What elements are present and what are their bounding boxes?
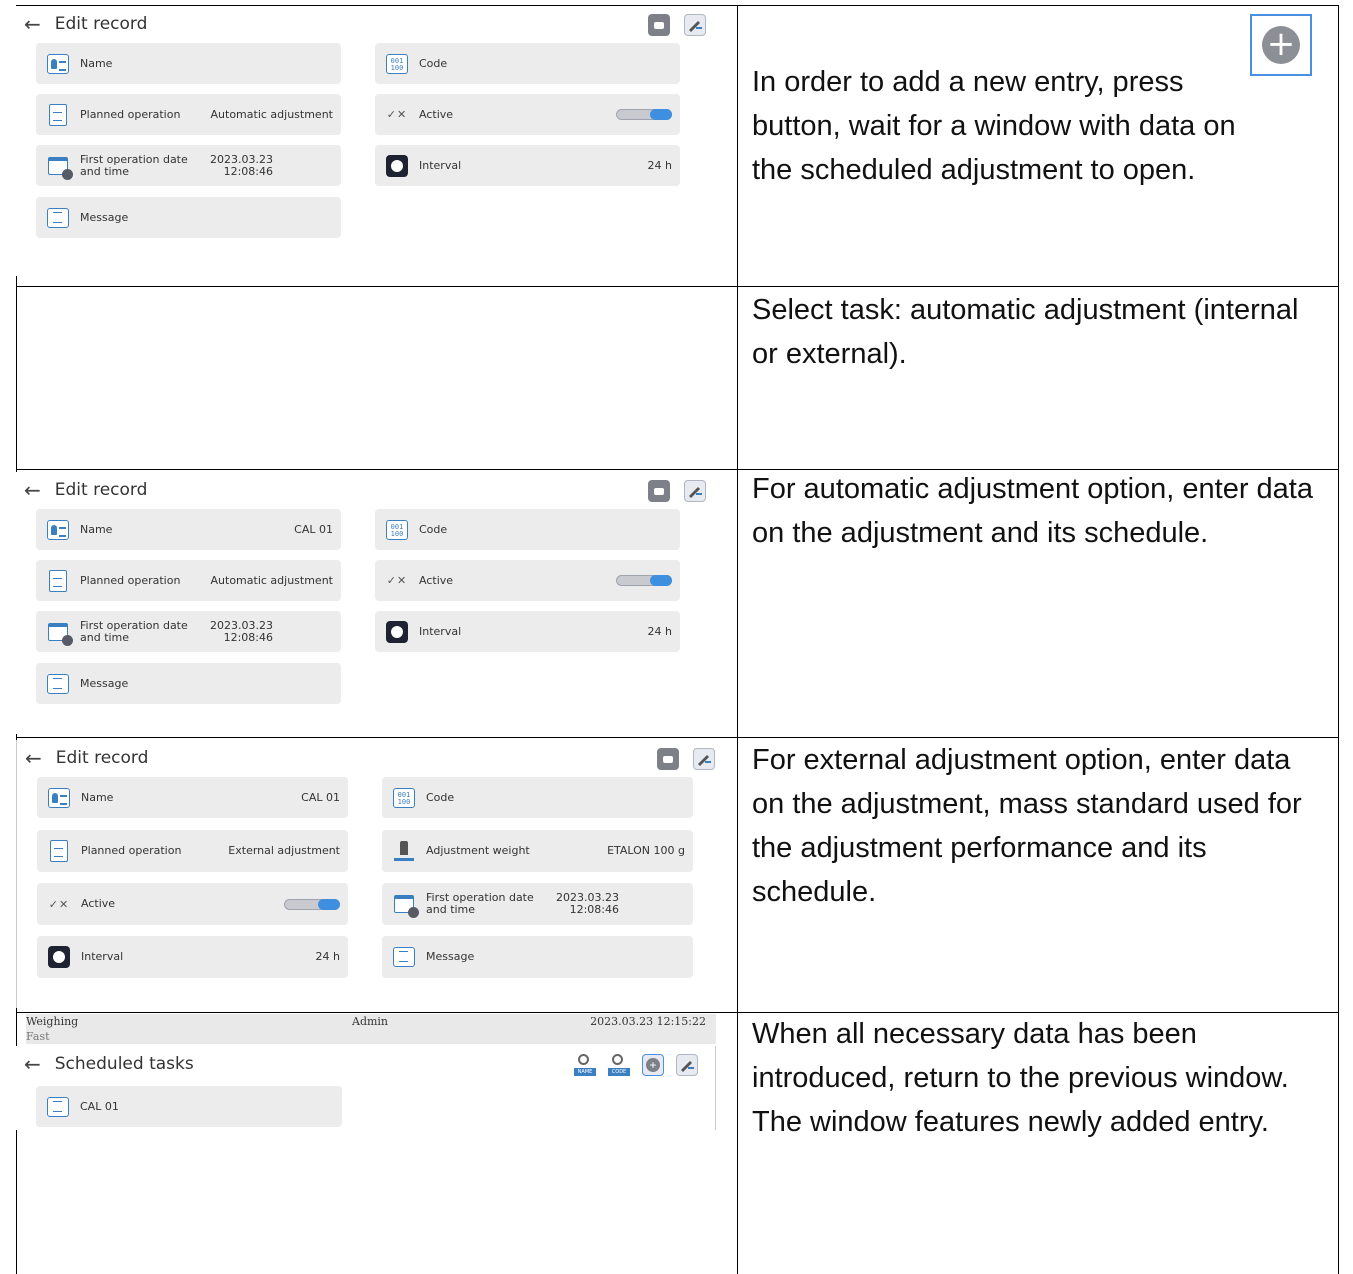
checkbox-icon: ✓✕ [386, 574, 408, 587]
status-datetime: 2023.03.23 12:15:22 [590, 1015, 706, 1028]
clock-icon [386, 154, 408, 177]
active-tile[interactable]: ✓✕ Active [375, 94, 680, 135]
table-row-divider-1 [16, 286, 1339, 287]
code-tile[interactable]: 001 100 Code [375, 509, 680, 550]
edit-exit-icon[interactable] [676, 1054, 698, 1076]
document-icon [49, 103, 67, 126]
edit-record-screen-2: ← Edit record Name CAL 01 001 100 Code Plan… [16, 472, 716, 734]
name-icon [48, 787, 70, 808]
name-tile[interactable]: Name [36, 43, 341, 84]
interval-tile[interactable]: Interval 24 h [375, 145, 680, 186]
message-icon [47, 673, 69, 694]
edit-exit-icon[interactable] [684, 480, 706, 502]
screen-title: Edit record [54, 480, 148, 500]
name-icon [47, 53, 69, 74]
calendar-clock-icon [48, 622, 73, 646]
interval-tile[interactable]: Interval 24 h [375, 611, 680, 652]
message-tile[interactable]: Message [36, 197, 341, 238]
checkbox-icon: ✓✕ [48, 897, 70, 911]
active-toggle[interactable] [616, 575, 672, 586]
back-arrow-icon[interactable]: ← [24, 12, 41, 36]
back-arrow-icon[interactable]: ← [24, 1052, 41, 1076]
message-tile[interactable]: Message [382, 936, 693, 978]
status-bar: Weighing Fast Admin 2023.03.23 12:15:22 [26, 1014, 716, 1044]
name-icon [47, 519, 69, 540]
edit-record-screen-1: ← Edit record Name 001 100 Code Planned op… [16, 6, 716, 276]
table-column-divider [737, 5, 738, 1274]
table-border-right [1338, 5, 1339, 1274]
screen-header: ← Edit record [16, 472, 147, 508]
active-tile[interactable]: ✓✕ Active [375, 560, 680, 601]
adjustment-weight-tile[interactable]: Adjustment weight ETALON 100 g [382, 830, 693, 872]
row-2-description: Select task: automatic adjustment (inter… [752, 294, 1299, 370]
code-tile[interactable]: 001 100 Code [382, 777, 693, 818]
active-toggle[interactable] [616, 109, 672, 120]
first-operation-tile[interactable]: First operation date and time 2023.03.23 … [36, 611, 341, 652]
planned-operation-tile[interactable]: Planned operation Automatic adjustment [36, 94, 341, 135]
task-icon [47, 1096, 69, 1117]
clock-icon [386, 620, 408, 643]
screen-header: ← Edit record [16, 6, 147, 42]
planned-operation-tile[interactable]: Planned operation Automatic adjustment [36, 560, 341, 601]
code-icon: 001 100 [386, 53, 408, 74]
scheduled-tasks-screen: ← Scheduled tasks NAME CODE + CAL 01 [16, 1046, 716, 1130]
calendar-clock-icon [394, 895, 419, 918]
code-icon: 001 100 [393, 787, 415, 808]
message-icon [393, 947, 415, 967]
back-arrow-icon[interactable]: ← [24, 478, 41, 502]
row-3-description: For automatic adjustment option, enter d… [752, 473, 1313, 549]
first-operation-tile[interactable]: First operation date and time 2023.03.23 … [382, 883, 693, 925]
back-arrow-icon[interactable]: ← [25, 746, 42, 770]
first-operation-tile[interactable]: First operation date and time 2023.03.23 … [36, 145, 341, 186]
plus-icon: + [1262, 26, 1300, 64]
screen-title: Scheduled tasks [54, 1054, 194, 1074]
row-5-description: When all necessary data has been introdu… [752, 1018, 1289, 1138]
status-mode: Weighing [26, 1015, 79, 1028]
add-icon[interactable]: + [642, 1054, 664, 1076]
calendar-clock-icon [48, 156, 73, 180]
clock-icon [48, 946, 70, 968]
status-user: Admin [352, 1015, 389, 1028]
edit-exit-icon[interactable] [684, 14, 706, 36]
status-sub: Fast [26, 1030, 50, 1043]
row-4-description: For external adjustment option, enter da… [752, 744, 1302, 908]
interval-tile[interactable]: Interval 24 h [37, 936, 348, 978]
search-name-icon[interactable]: NAME [574, 1054, 596, 1076]
add-button-image: + [1250, 14, 1312, 76]
name-tile[interactable]: Name CAL 01 [36, 509, 341, 550]
screen-title: Edit record [55, 748, 149, 768]
active-tile[interactable]: ✓✕ Active [37, 883, 348, 925]
document-icon [50, 840, 68, 862]
planned-operation-tile[interactable]: Planned operation External adjustment [37, 830, 348, 872]
print-icon[interactable] [648, 14, 670, 36]
code-icon: 001 100 [386, 519, 408, 540]
row-1-description: In order to add a new entry, press butto… [752, 66, 1236, 186]
print-icon[interactable] [657, 748, 679, 770]
screen-header: ← Edit record [17, 740, 148, 776]
print-icon[interactable] [648, 480, 670, 502]
search-code-icon[interactable]: CODE [608, 1054, 630, 1076]
code-tile[interactable]: 001 100 Code [375, 43, 680, 84]
name-tile[interactable]: Name CAL 01 [37, 777, 348, 818]
list-item[interactable]: CAL 01 [36, 1086, 342, 1127]
screen-header: ← Scheduled tasks [16, 1046, 194, 1082]
document-icon [49, 569, 67, 592]
edit-exit-icon[interactable] [693, 748, 715, 770]
screen-title: Edit record [54, 14, 148, 34]
weight-icon [394, 841, 414, 861]
edit-record-screen-3: ← Edit record Name CAL 01 001 100 Code Plan… [16, 740, 736, 1008]
message-icon [47, 207, 69, 228]
checkbox-icon: ✓✕ [386, 108, 408, 121]
message-tile[interactable]: Message [36, 663, 341, 704]
active-toggle[interactable] [284, 898, 340, 910]
